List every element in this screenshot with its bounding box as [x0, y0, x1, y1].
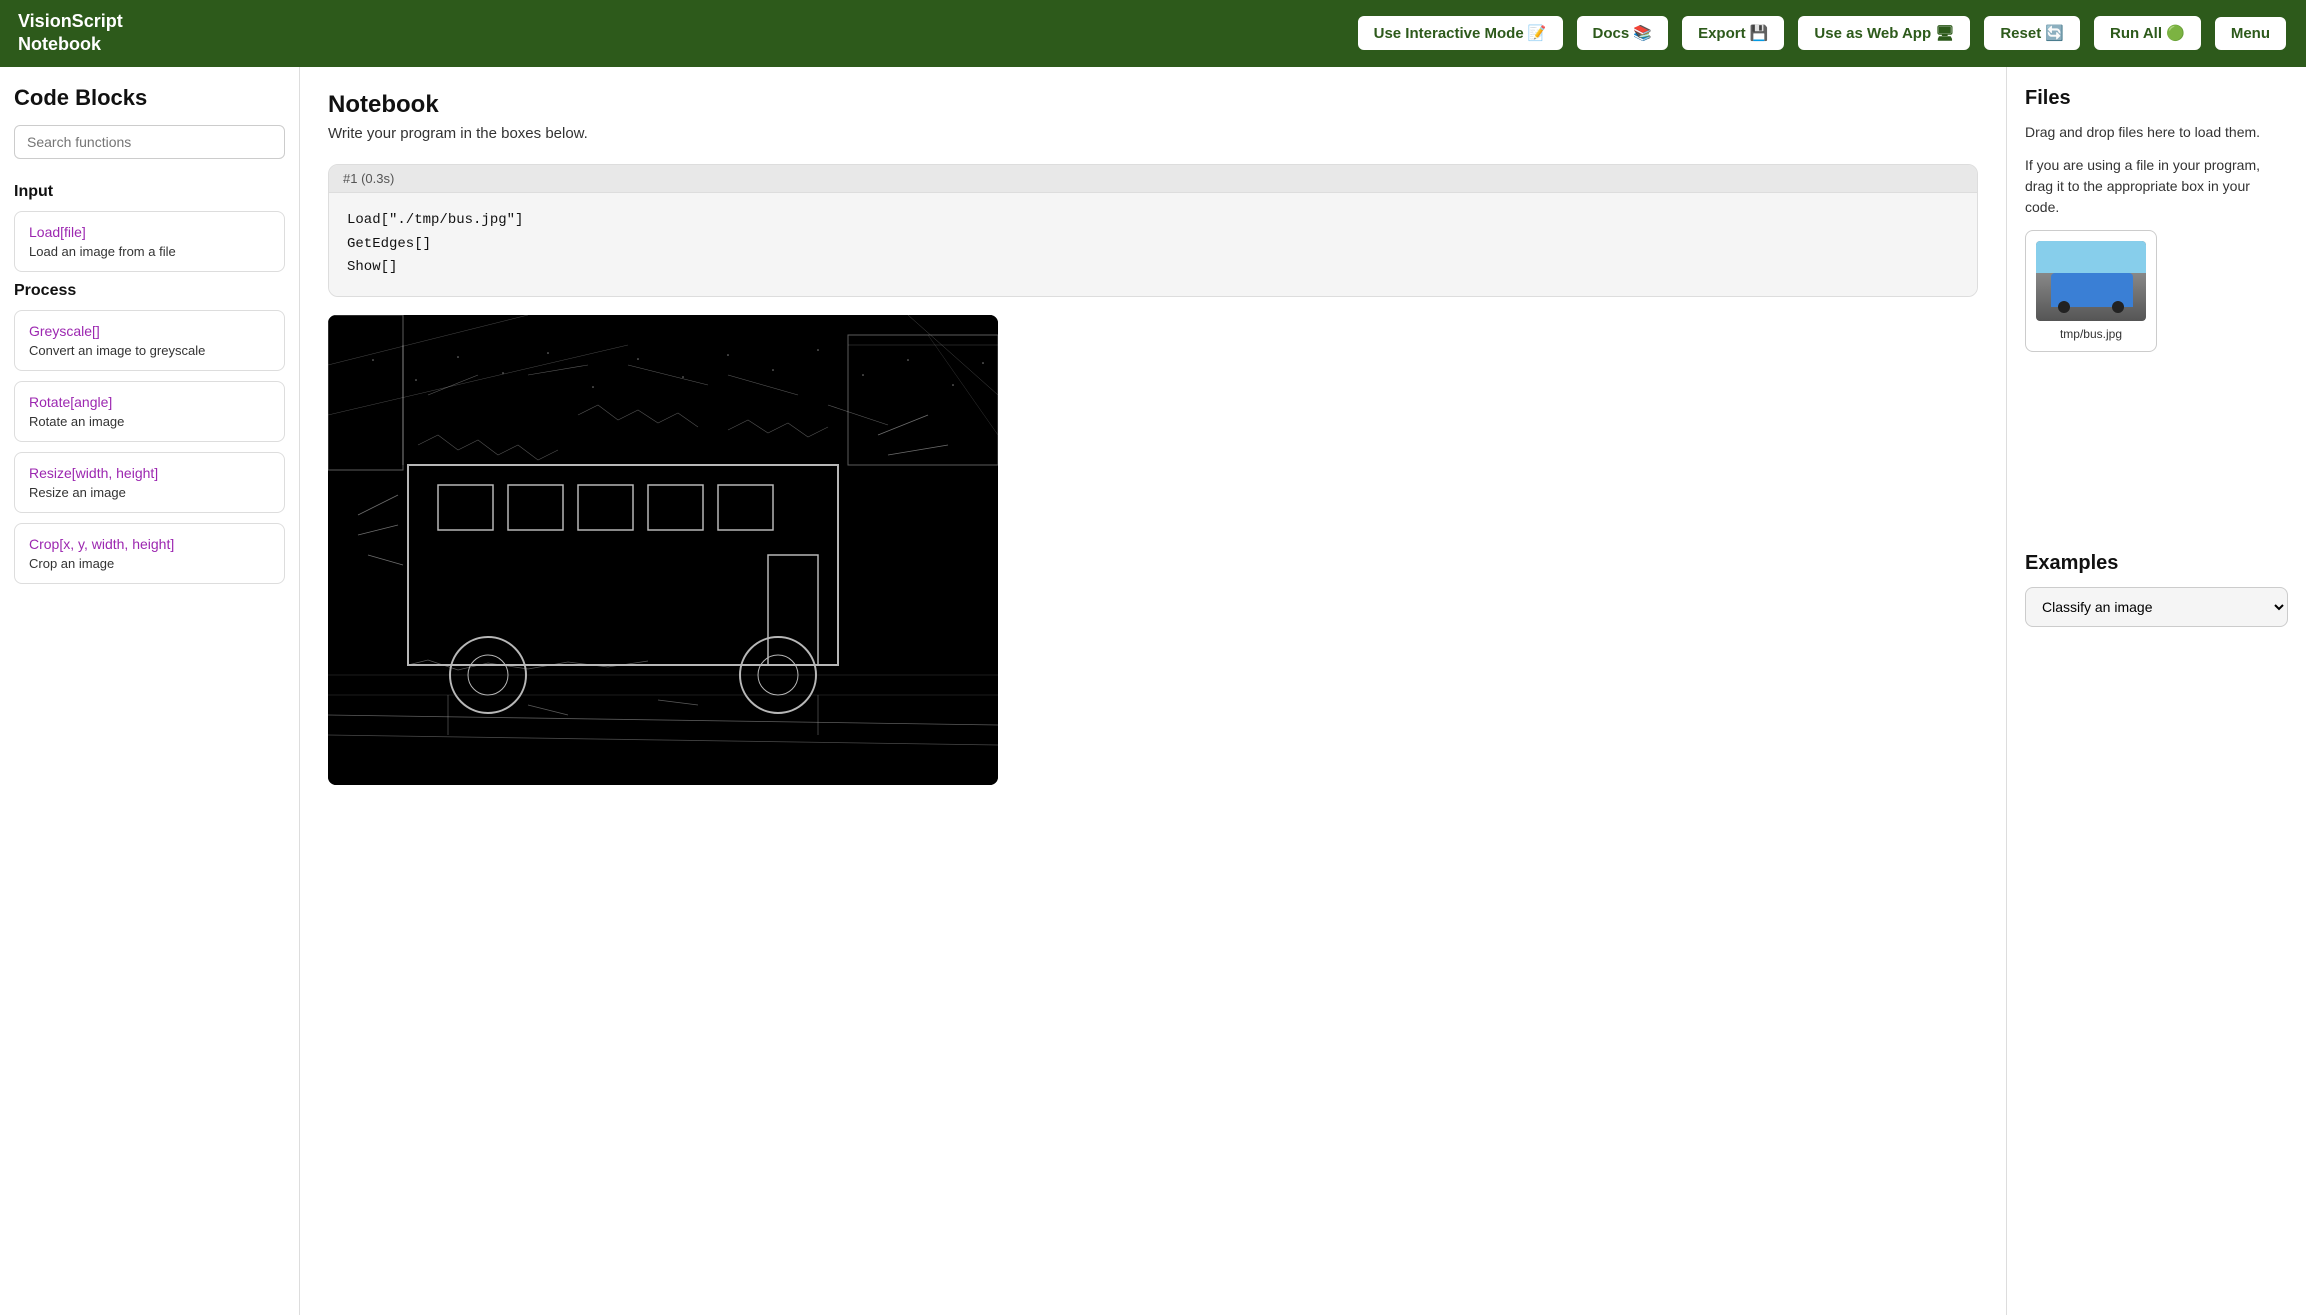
resize-desc: Resize an image — [29, 485, 270, 500]
files-desc1: Drag and drop files here to load them. — [2025, 122, 2288, 143]
files-panel: Files Drag and drop files here to load t… — [2006, 67, 2306, 1315]
section-process-title: Process — [14, 282, 285, 300]
rotate-card[interactable]: Rotate[angle] Rotate an image — [14, 381, 285, 442]
greyscale-func: Greyscale[] — [29, 323, 270, 339]
header: VisionScript Notebook Use Interactive Mo… — [0, 0, 2306, 67]
notebook-subtitle: Write your program in the boxes below. — [328, 125, 1978, 142]
search-input[interactable] — [14, 125, 285, 159]
bus-wheel-right — [2112, 301, 2124, 313]
notebook-area: Notebook Write your program in the boxes… — [300, 67, 2006, 1315]
examples-title: Examples — [2025, 552, 2288, 575]
crop-card[interactable]: Crop[x, y, width, height] Crop an image — [14, 523, 285, 584]
docs-button[interactable]: Docs 📚 — [1575, 14, 1671, 52]
file-card-bus[interactable]: tmp/bus.jpg — [2025, 230, 2157, 352]
main-layout: Code Blocks Input Load[file] Load an ima… — [0, 67, 2306, 1315]
notebook-title: Notebook — [328, 91, 1978, 119]
app-title: VisionScript Notebook — [18, 10, 158, 57]
code-block: #1 (0.3s) Load["./tmp/bus.jpg"] GetEdges… — [328, 164, 1978, 297]
load-file-desc: Load an image from a file — [29, 244, 270, 259]
run-all-button[interactable]: Run All 🟢 — [2092, 14, 2203, 52]
section-input-title: Input — [14, 183, 285, 201]
menu-button[interactable]: Menu — [2213, 15, 2288, 52]
code-block-body[interactable]: Load["./tmp/bus.jpg"] GetEdges[] Show[] — [329, 193, 1977, 296]
export-button[interactable]: Export 💾 — [1680, 14, 1786, 52]
file-name: tmp/bus.jpg — [2060, 327, 2122, 341]
reset-button[interactable]: Reset 🔄 — [1982, 14, 2082, 52]
greyscale-desc: Convert an image to greyscale — [29, 343, 270, 358]
interactive-mode-button[interactable]: Use Interactive Mode 📝 — [1356, 14, 1565, 52]
files-title: Files — [2025, 87, 2288, 110]
code-block-header: #1 (0.3s) — [329, 165, 1977, 193]
crop-func: Crop[x, y, width, height] — [29, 536, 270, 552]
sidebar-title: Code Blocks — [14, 85, 285, 111]
resize-func: Resize[width, height] — [29, 465, 270, 481]
load-file-func: Load[file] — [29, 224, 270, 240]
web-app-button[interactable]: Use as Web App 🖥 — [1796, 14, 1972, 52]
file-thumbnail — [2036, 241, 2146, 321]
rotate-func: Rotate[angle] — [29, 394, 270, 410]
rotate-desc: Rotate an image — [29, 414, 270, 429]
sidebar: Code Blocks Input Load[file] Load an ima… — [0, 67, 300, 1315]
output-image — [328, 315, 998, 785]
load-file-card[interactable]: Load[file] Load an image from a file — [14, 211, 285, 272]
examples-select[interactable]: Classify an image Detect objects Get edg… — [2025, 587, 2288, 627]
bus-image — [2036, 241, 2146, 321]
edge-detection-visual — [328, 315, 998, 785]
files-desc2: If you are using a file in your program,… — [2025, 155, 2288, 218]
bus-wheel-left — [2058, 301, 2070, 313]
greyscale-card[interactable]: Greyscale[] Convert an image to greyscal… — [14, 310, 285, 371]
crop-desc: Crop an image — [29, 556, 270, 571]
resize-card[interactable]: Resize[width, height] Resize an image — [14, 452, 285, 513]
